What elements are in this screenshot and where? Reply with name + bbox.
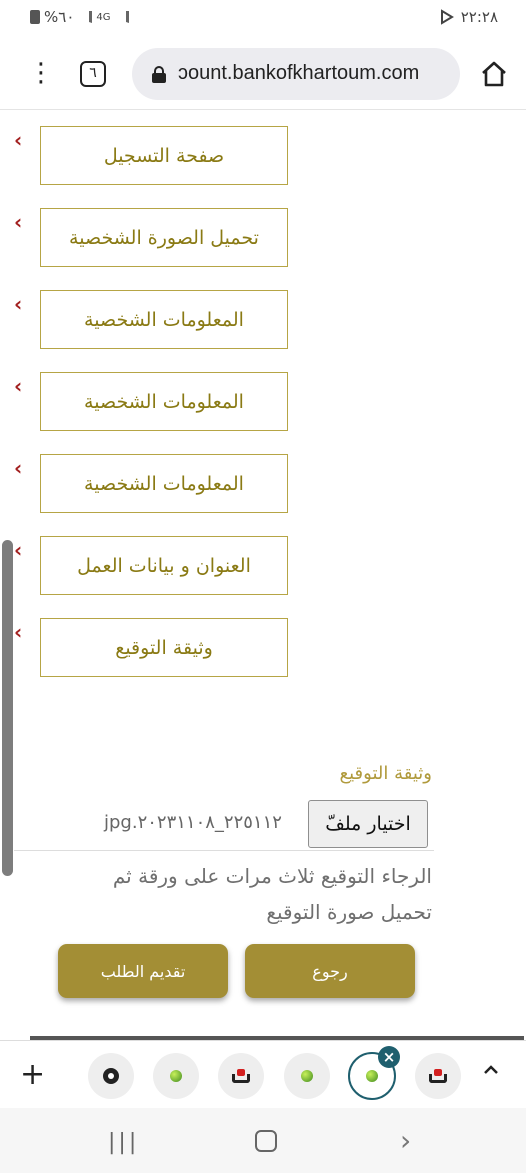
chevron-left-icon: ‹ (14, 292, 23, 316)
chevron-left-icon: ‹ (14, 128, 23, 152)
submit-button[interactable]: تقديم الطلب (58, 944, 228, 998)
download-tray-icon (232, 1069, 250, 1083)
status-right: ٢٢:٢٨ (439, 8, 498, 26)
selected-file-name: jpg.٢٢٥١١٢_٢٠٢٣١١٠٨ (104, 812, 282, 833)
play-store-icon (440, 9, 454, 25)
clock: ٢٢:٢٨ (460, 8, 498, 26)
battery-level: %٦٠ (44, 8, 75, 26)
signal-icon-2 (115, 11, 129, 23)
home-icon[interactable] (480, 60, 508, 88)
step-registration[interactable]: صفحة التسجيل (40, 126, 288, 185)
chevron-up-icon[interactable] (482, 1061, 500, 1079)
battery-icon (30, 10, 40, 24)
signature-label: وثيقة التوقيع (339, 763, 432, 784)
signal-icon (78, 11, 93, 23)
chevron-left-icon: ‹ (14, 374, 23, 398)
site-favicon-icon (170, 1070, 182, 1082)
download-tray-icon (429, 1069, 447, 1083)
chevron-left-icon: ‹ (14, 538, 23, 562)
tab-chip-3[interactable] (218, 1053, 264, 1099)
site-favicon-icon (366, 1070, 378, 1082)
chevron-left-icon: ‹ (14, 456, 23, 480)
tab-switcher-button[interactable]: ٦ (80, 61, 106, 87)
back-button[interactable]: رجوع (245, 944, 415, 998)
chevron-left-icon: ‹ (14, 210, 23, 234)
divider (14, 850, 434, 851)
status-bar: %٦٠ 4G ٢٢:٢٨ (0, 0, 526, 36)
address-bar[interactable]: ɔount.bankofkhartoum.com (132, 48, 460, 100)
tab-chip-4[interactable] (284, 1053, 330, 1099)
signature-hint: الرجاء التوقيع ثلاث مرات على ورقة ثم تحم… (112, 864, 432, 924)
lock-icon (152, 66, 166, 83)
step-address-work[interactable]: العنوان و بيانات العمل (40, 536, 288, 595)
scrollbar-thumb[interactable] (2, 540, 13, 876)
globe-icon (103, 1068, 119, 1084)
network-type: 4G (96, 11, 111, 23)
step-signature[interactable]: وثيقة التوقيع (40, 618, 288, 677)
step-personal-info-1[interactable]: المعلومات الشخصية (40, 290, 288, 349)
tab-strip: + (0, 1040, 526, 1108)
system-nav-bar: ||| › (0, 1108, 526, 1173)
browser-toolbar: ⋮ ٦ ɔount.bankofkhartoum.com (0, 36, 526, 110)
more-vert-icon[interactable]: ⋮ (28, 58, 54, 88)
site-favicon-icon (301, 1070, 313, 1082)
home-button-icon[interactable] (255, 1130, 277, 1152)
tab-chip-2[interactable] (153, 1053, 199, 1099)
tab-chip-6[interactable] (415, 1053, 461, 1099)
url-text: ɔount.bankofkhartoum.com (178, 62, 420, 84)
new-tab-icon[interactable]: + (20, 1057, 45, 1092)
choose-file-button[interactable]: اختيار ملفّ (308, 800, 428, 848)
step-upload-photo[interactable]: تحميل الصورة الشخصية (40, 208, 288, 267)
close-icon[interactable]: × (378, 1046, 400, 1068)
status-left: %٦٠ 4G (30, 8, 129, 26)
step-personal-info-3[interactable]: المعلومات الشخصية (40, 454, 288, 513)
tab-chip-1[interactable] (88, 1053, 134, 1099)
step-personal-info-2[interactable]: المعلومات الشخصية (40, 372, 288, 431)
recents-icon[interactable]: ||| (108, 1130, 139, 1155)
chevron-left-icon: ‹ (14, 620, 23, 644)
back-nav-icon[interactable]: › (400, 1124, 411, 1157)
